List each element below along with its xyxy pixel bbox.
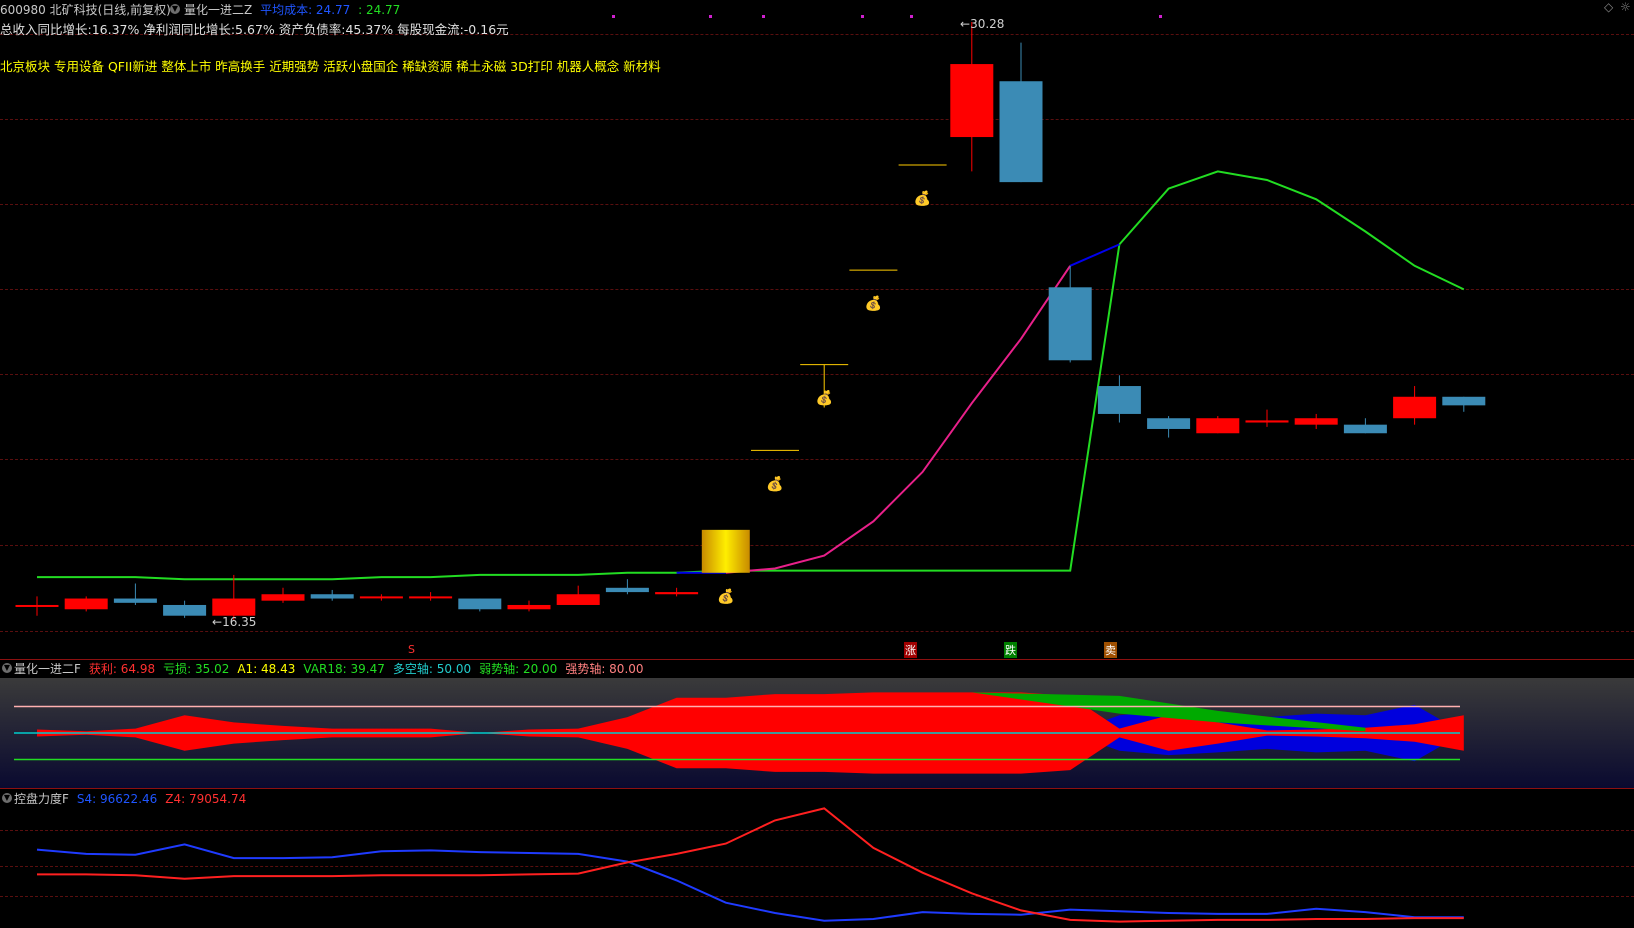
signal-dot [910, 15, 913, 18]
candle-body-up [950, 64, 994, 138]
low-price-value: 16.35 [222, 615, 257, 629]
candle-body-up [1196, 418, 1240, 434]
indicator-name[interactable]: 量化一进二Z [184, 3, 252, 17]
sun-icon[interactable]: ☼ [1620, 0, 1631, 14]
candle-body-up [64, 598, 108, 610]
money-bag-icon: 💰 [914, 190, 931, 207]
control-strength-chart[interactable] [0, 805, 1634, 928]
signal-zhang: 涨 [904, 642, 917, 658]
profit-value: 获利: 64.98 [88, 662, 156, 676]
a1-value: A1: 48.43 [237, 662, 296, 676]
strong-axis-value: 强势轴: 80.00 [565, 662, 644, 676]
sell-signal-s: S [408, 643, 415, 656]
candle-body-down [458, 598, 502, 610]
z4-line [37, 807, 1464, 923]
candle-body-up [359, 596, 403, 599]
collapse-icon[interactable]: ▼ [2, 793, 12, 803]
candle-body-down [113, 598, 157, 603]
candle-body-up [655, 592, 699, 595]
signal-dot [709, 15, 712, 18]
candle-body-up [212, 598, 256, 616]
stock-title[interactable]: 600980 北矿科技(日线,前复权) [0, 3, 171, 17]
candle-body-down [999, 81, 1043, 183]
weak-axis-value: 弱势轴: 20.00 [479, 662, 558, 676]
green-ma-line [37, 170, 1465, 581]
money-bag-icon: 💰 [815, 390, 832, 407]
candle-body-gold [701, 529, 750, 573]
signal-dot [612, 15, 615, 18]
collapse-icon[interactable]: ▼ [170, 4, 180, 14]
candle-body-down [1097, 386, 1141, 414]
main-chart-pane[interactable]: 💰 💰 💰 💰 💰 [0, 0, 1634, 662]
signal-mai: 卖 [1104, 642, 1117, 658]
fundamentals-line: 总收入同比增长:16.37% 净利润同比增长:5.67% 资产负债率:45.37… [0, 22, 509, 37]
signal-dot [1159, 15, 1162, 18]
pane3-name[interactable]: 控盘力度F [14, 792, 69, 806]
money-bag-icon: 💰 [865, 295, 882, 312]
candle-body-down [163, 604, 207, 616]
candle-body-down [605, 587, 649, 593]
pane2-header: 量化一进二F 获利: 64.98 亏损: 35.02 A1: 48.43 VAR18: … [14, 660, 652, 677]
pane-separator[interactable] [0, 788, 1634, 789]
candlestick-chart[interactable]: 💰 💰 💰 💰 💰 [0, 0, 1634, 662]
candle-body-up [409, 596, 453, 599]
z4-value: Z4: 79054.74 [165, 792, 247, 806]
avg-cost-value: : 24.77 [358, 3, 401, 17]
blue-ma-segment [1069, 243, 1120, 267]
low-price-label: ←16.35 [212, 615, 257, 629]
s4-value: S4: 96622.46 [76, 792, 158, 806]
candle-body-up [261, 594, 305, 601]
pane2-name[interactable]: 量化一进二F [14, 662, 81, 676]
profit-loss-band-chart[interactable] [0, 678, 1634, 788]
candle-body-up [1245, 420, 1289, 423]
candle-body-up [556, 594, 600, 605]
candle-body-up [15, 604, 59, 607]
pink-ma-line [725, 265, 1072, 574]
money-bag-icon: 💰 [717, 588, 734, 605]
candle-body-up [507, 604, 551, 610]
collapse-icon[interactable]: ▼ [2, 663, 12, 673]
money-bag-icon: 💰 [766, 475, 783, 492]
signal-dot [762, 15, 765, 18]
signal-dot [861, 15, 864, 18]
loss-value: 亏损: 35.02 [163, 662, 230, 676]
high-price-value: 30.28 [970, 17, 1005, 31]
var18-value: VAR18: 39.47 [303, 662, 385, 676]
avg-cost-label: 平均成本: 24.77 [260, 3, 351, 17]
concepts-line: 北京板块 专用设备 QFII新进 整体上市 昨高换手 近期强势 活跃小盘国企 稀… [0, 59, 661, 74]
candle-body-down [1442, 396, 1486, 406]
diamond-icon[interactable]: ◇ [1604, 0, 1613, 14]
high-price-label: ←30.28 [960, 17, 1005, 31]
axis-value: 多空轴: 50.00 [392, 662, 472, 676]
candle-body-up [1294, 418, 1338, 425]
signal-die: 跌 [1004, 642, 1017, 658]
candle-body-down [1048, 287, 1092, 361]
indicator-header: 量化一进二Z 平均成本: 24.77 : 24.77 [184, 1, 400, 18]
chart-header: 600980 北矿科技(日线,前复权) [0, 1, 171, 18]
candle-body-down [310, 594, 354, 599]
candle-body-up [1393, 396, 1437, 419]
s4-line [36, 843, 1464, 922]
candle-body-down [1147, 418, 1191, 429]
candle-body-down [1343, 424, 1387, 434]
